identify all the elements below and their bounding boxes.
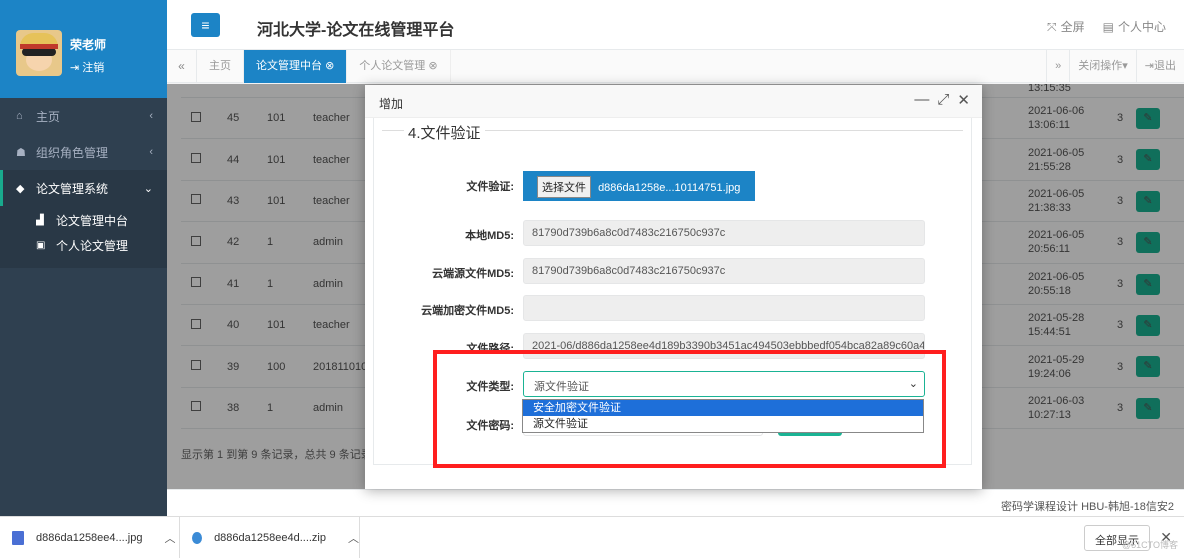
double-left-icon: « [178, 59, 185, 73]
cloud-md5-field: 81790d739b6a8c0d7483c216750c937c [523, 258, 925, 284]
logout-icon: ⇥ [70, 62, 83, 74]
sidebar-subnav: ▟ 论文管理中台 ▣ 个人论文管理 [0, 206, 167, 268]
chevron-down-icon: ⌄ [143, 182, 153, 195]
chevron-left-icon: ‹ [149, 146, 153, 158]
sidebar-item-home[interactable]: ⌂ 主页 ‹ [0, 98, 167, 134]
avatar [16, 30, 62, 76]
calendar-icon: ▣ [36, 240, 46, 251]
cloud-md5-label: 云端源文件MD5: [432, 268, 514, 280]
exit-button[interactable]: ⇥退出 [1135, 50, 1184, 83]
modal-title: 增加 [379, 97, 404, 111]
graduation-cap-icon: ◆ [16, 182, 25, 195]
menu-icon: ≡ [201, 17, 210, 33]
close-icon[interactable]: ✕ [957, 91, 970, 109]
watermark: @51CTO博客 [1122, 540, 1178, 550]
sidebar-item-roles[interactable]: ☗ 组织角色管理 ‹ [0, 134, 167, 170]
download-bar: d886da1258ee4....jpg ︿ d886da1258ee4d...… [0, 516, 1184, 558]
user-name: 荣老师 [70, 38, 107, 52]
file-icon [12, 531, 24, 545]
tabs-scroll-right-button[interactable]: » [1046, 50, 1069, 83]
caret-down-icon: ▾ [1122, 60, 1128, 72]
chevron-left-icon: ‹ [149, 110, 153, 122]
exit-icon: ⇥ [1144, 60, 1154, 72]
choose-file-button[interactable]: 选择文件 [537, 176, 591, 198]
home-icon: ⌂ [16, 110, 23, 122]
file-label: 文件验证: [466, 181, 514, 193]
sidebar: 荣老师 ⇥ 注销 ⌂ 主页 ‹ ☗ 组织角色管理 ‹ ◆ 论文管理系统 ⌄ ▟ … [0, 0, 167, 516]
file-picker[interactable]: 选择文件 d886da1258e...10114751.jpg [523, 171, 755, 201]
menu-toggle-button[interactable]: ≡ [191, 13, 220, 37]
local-md5-label: 本地MD5: [465, 230, 514, 242]
download-item[interactable]: d886da1258ee4d....zip ︿ [180, 517, 360, 558]
enc-md5-label: 云端加密文件MD5: [421, 305, 514, 317]
fullscreen-button[interactable]: ⤧ 全屏 [1047, 18, 1085, 35]
sidebar-item-papers[interactable]: ◆ 论文管理系统 ⌄ [0, 170, 167, 206]
users-icon: ☗ [16, 146, 26, 159]
close-icon[interactable]: ⊗ [428, 60, 437, 72]
double-right-icon: » [1055, 60, 1062, 72]
tab-home[interactable]: 主页 [197, 50, 244, 83]
maximize-icon[interactable]: ⤢ [937, 91, 949, 109]
logout-link[interactable]: ⇥ 注销 [70, 59, 106, 75]
close-operations-dropdown[interactable]: 关闭操作▾ [1069, 50, 1136, 83]
close-icon[interactable]: ⊗ [325, 60, 334, 72]
minimize-icon[interactable]: — [914, 91, 929, 109]
tab-bar: « 主页 论文管理中台 ⊗ 个人论文管理 ⊗ » 关闭操作▾ ⇥退出 [167, 50, 1184, 83]
tabs-scroll-left-button[interactable]: « [167, 50, 197, 83]
tab-paper-center[interactable]: 论文管理中台 ⊗ [244, 50, 348, 83]
page-footer: 密码学课程设计 HBU-韩旭-18信安2 [167, 489, 1184, 516]
file-name: d886da1258e...10114751.jpg [598, 182, 741, 194]
local-md5-field: 81790d739b6a8c0d7483c216750c937c [523, 220, 925, 246]
expand-icon: ⤧ [1047, 20, 1057, 34]
section-title: 4.文件验证 [404, 122, 485, 143]
chevron-up-icon[interactable]: ︿ [348, 530, 359, 546]
profile-center-button[interactable]: ▤ 个人中心 [1103, 18, 1166, 35]
highlight-box [433, 350, 946, 468]
tab-personal-paper[interactable]: 个人论文管理 ⊗ [347, 50, 451, 83]
download-item[interactable]: d886da1258ee4....jpg ︿ [0, 517, 180, 558]
id-card-icon: ▤ [1102, 20, 1114, 34]
sidebar-subitem-center[interactable]: ▟ 论文管理中台 [0, 208, 167, 233]
chart-icon: ▟ [36, 215, 44, 226]
enc-md5-field [523, 295, 925, 321]
zip-icon [192, 532, 203, 544]
app-title: 河北大学-论文在线管理平台 [257, 22, 455, 39]
profile-panel: 荣老师 ⇥ 注销 [0, 0, 167, 98]
chevron-up-icon[interactable]: ︿ [164, 530, 175, 546]
sidebar-subitem-personal[interactable]: ▣ 个人论文管理 [0, 233, 167, 258]
header: ≡ 河北大学-论文在线管理平台 ⤧ 全屏 ▤ 个人中心 [167, 0, 1184, 50]
